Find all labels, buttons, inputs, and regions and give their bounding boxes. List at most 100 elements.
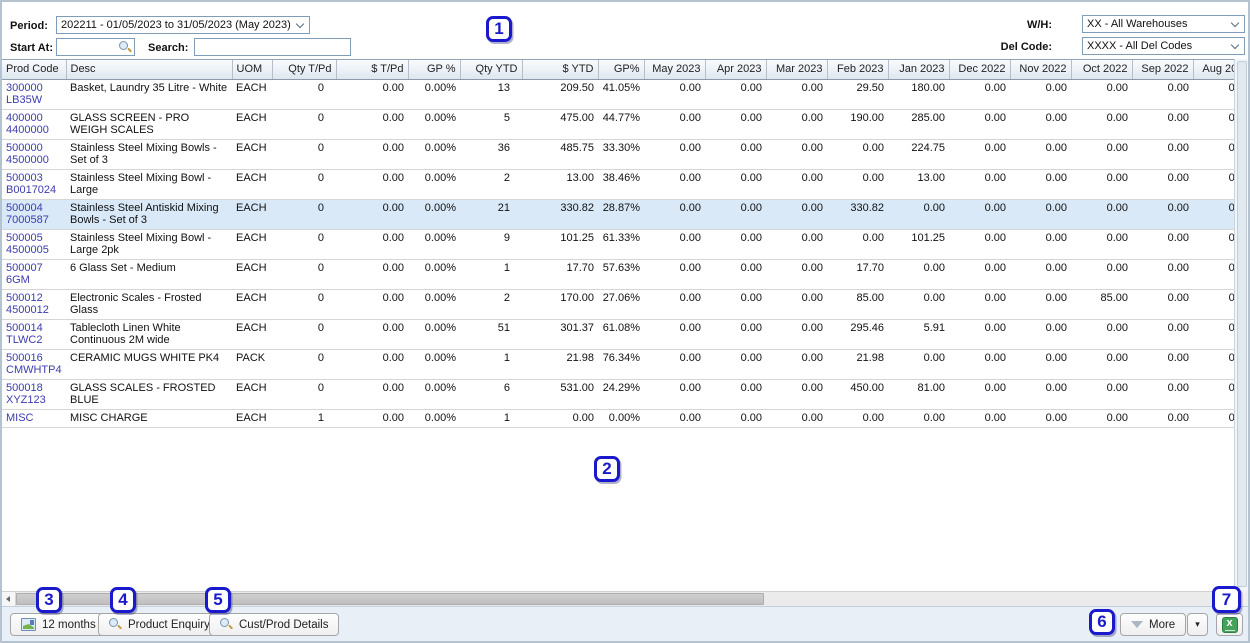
table-row[interactable]: 5000004500000Stainless Steel Mixing Bowl… bbox=[2, 139, 1234, 169]
column-header-feb-2023[interactable]: Feb 2023 bbox=[827, 60, 888, 79]
period-label: Period: bbox=[10, 20, 48, 32]
column-header-nov-2022[interactable]: Nov 2022 bbox=[1010, 60, 1071, 79]
excel-export-button[interactable] bbox=[1216, 613, 1243, 636]
cust-prod-details-button[interactable]: Cust/Prod Details bbox=[209, 613, 339, 636]
column-header-desc[interactable]: Desc bbox=[66, 60, 232, 79]
prod-code-link[interactable]: TLWC2 bbox=[6, 334, 62, 346]
prod-code-link[interactable]: 500014 bbox=[6, 322, 62, 334]
scroll-left-arrow-icon[interactable] bbox=[2, 592, 16, 606]
qty-ytd-cell: 1 bbox=[460, 259, 522, 289]
column-header-qty-t-pd[interactable]: Qty T/Pd bbox=[272, 60, 336, 79]
uom-cell: EACH bbox=[232, 259, 272, 289]
warehouse-select[interactable]: XX - All Warehouses bbox=[1082, 15, 1245, 33]
desc-cell: Electronic Scales - Frosted Glass bbox=[66, 289, 232, 319]
prod-code-link[interactable]: 400000 bbox=[6, 112, 62, 124]
column-header-jan-2023[interactable]: Jan 2023 bbox=[888, 60, 949, 79]
prod-code-link[interactable]: 300000 bbox=[6, 82, 62, 94]
prod-code-link[interactable]: LB35W bbox=[6, 94, 62, 106]
prod-code-link[interactable]: 500003 bbox=[6, 172, 62, 184]
uom-cell: EACH bbox=[232, 409, 272, 427]
table-row[interactable]: 5000124500012 Electronic Scales - Frosted… bbox=[2, 289, 1234, 319]
column-header-aug-2022[interactable]: Aug 2022 bbox=[1193, 60, 1234, 79]
start-at-input[interactable] bbox=[56, 38, 135, 56]
table-row[interactable]: 5000047000587Stainless Steel Antiskid Mi… bbox=[2, 199, 1234, 229]
prod-code-link[interactable]: 4500000 bbox=[6, 154, 62, 166]
prod-code-link[interactable]: 500018 bbox=[6, 382, 62, 394]
search-input[interactable] bbox=[194, 38, 351, 56]
month-value-cell: 0.00 bbox=[766, 79, 827, 109]
month-value-cell: 0.00 bbox=[1132, 289, 1193, 319]
month-value-cell: 0.00 bbox=[705, 229, 766, 259]
prod-code-link[interactable]: 500000 bbox=[6, 142, 62, 154]
prod-code-link[interactable]: 6GM bbox=[6, 274, 62, 286]
column-header-oct-2022[interactable]: Oct 2022 bbox=[1071, 60, 1132, 79]
vertical-scrollbar-thumb[interactable] bbox=[1237, 61, 1247, 587]
table-row[interactable]: 5000076GM6 Glass Set - MediumEACH00.000.… bbox=[2, 259, 1234, 289]
uom-cell: EACH bbox=[232, 139, 272, 169]
table-row[interactable]: 4000004400000GLASS SCREEN - PRO WEIGH SC… bbox=[2, 109, 1234, 139]
more-button[interactable]: More bbox=[1120, 613, 1186, 636]
search-icon[interactable] bbox=[119, 41, 132, 54]
month-value-cell: 0.00 bbox=[705, 349, 766, 379]
month-value-cell: 0.00 bbox=[888, 199, 949, 229]
prod-code-link[interactable]: 500016 bbox=[6, 352, 62, 364]
table-row[interactable]: MISCMISC CHARGEEACH10.000.00%10.000.00%0… bbox=[2, 409, 1234, 427]
month-value-cell: 0.00 bbox=[1071, 349, 1132, 379]
column-header-prod-code[interactable]: Prod Code bbox=[2, 60, 66, 79]
column-header-gp-[interactable]: GP% bbox=[598, 60, 644, 79]
month-value-cell: 0.00 bbox=[766, 349, 827, 379]
amt-ytd-cell: 301.37 bbox=[522, 319, 598, 349]
prod-code-link[interactable]: 500004 bbox=[6, 202, 62, 214]
column-header-qty-ytd[interactable]: Qty YTD bbox=[460, 60, 522, 79]
column-header-uom[interactable]: UOM bbox=[232, 60, 272, 79]
period-value: 202211 - 01/05/2023 to 31/05/2023 (May 2… bbox=[61, 19, 291, 31]
prod-code-link[interactable]: 4500005 bbox=[6, 244, 62, 256]
table-row[interactable]: 500003B0017024Stainless Steel Mixing Bow… bbox=[2, 169, 1234, 199]
column-header-gp-[interactable]: GP % bbox=[408, 60, 460, 79]
cust-prod-details-label: Cust/Prod Details bbox=[239, 619, 328, 631]
prod-code-cell: 5000054500005 bbox=[2, 229, 66, 259]
prod-code-link[interactable]: MISC bbox=[6, 412, 62, 424]
del-code-select[interactable]: XXXX - All Del Codes bbox=[1082, 37, 1245, 55]
column-header-may-2023[interactable]: May 2023 bbox=[644, 60, 705, 79]
prod-code-cell: 500018XYZ123 bbox=[2, 379, 66, 409]
column-header--t-pd[interactable]: $ T/Pd bbox=[336, 60, 408, 79]
prod-code-link[interactable]: B0017024 bbox=[6, 184, 62, 196]
prod-code-link[interactable]: 500012 bbox=[6, 292, 62, 304]
period-select[interactable]: 202211 - 01/05/2023 to 31/05/2023 (May 2… bbox=[56, 16, 310, 34]
table-row[interactable]: 500016CMWHTP4CERAMIC MUGS WHITE PK4PACK0… bbox=[2, 349, 1234, 379]
month-value-cell: 0.00 bbox=[949, 259, 1010, 289]
desc-cell: Tablecloth Linen White Continuous 2M wid… bbox=[66, 319, 232, 349]
gp-ytd-cell: 57.63% bbox=[598, 259, 644, 289]
qty-ytd-cell: 6 bbox=[460, 379, 522, 409]
product-enquiry-button[interactable]: Product Enquiry bbox=[98, 613, 221, 636]
prod-code-link[interactable]: 7000587 bbox=[6, 214, 62, 226]
month-value-cell: 0.00 bbox=[1010, 289, 1071, 319]
column-header-dec-2022[interactable]: Dec 2022 bbox=[949, 60, 1010, 79]
prod-code-link[interactable]: XYZ123 bbox=[6, 394, 62, 406]
month-value-cell: 0.00 bbox=[1010, 409, 1071, 427]
prod-code-link[interactable]: CMWHTP4 bbox=[6, 364, 62, 376]
table-row[interactable]: 500014TLWC2 Tablecloth Linen White Contin… bbox=[2, 319, 1234, 349]
prod-code-link[interactable]: 4500012 bbox=[6, 304, 62, 316]
vertical-scrollbar[interactable] bbox=[1234, 59, 1248, 591]
prod-code-link[interactable]: 4400000 bbox=[6, 124, 62, 136]
amt-tpd-cell: 0.00 bbox=[336, 79, 408, 109]
horizontal-scrollbar[interactable] bbox=[2, 591, 1234, 606]
column-header-mar-2023[interactable]: Mar 2023 bbox=[766, 60, 827, 79]
prod-code-link[interactable]: 500005 bbox=[6, 232, 62, 244]
column-header--ytd[interactable]: $ YTD bbox=[522, 60, 598, 79]
prod-code-link[interactable]: 500007 bbox=[6, 262, 62, 274]
twelve-months-button[interactable]: 12 months bbox=[10, 613, 107, 636]
table-row[interactable]: 5000054500005Stainless Steel Mixing Bowl… bbox=[2, 229, 1234, 259]
more-dropdown-arrow-button[interactable]: ▾ bbox=[1187, 613, 1208, 636]
column-header-sep-2022[interactable]: Sep 2022 bbox=[1132, 60, 1193, 79]
month-value-cell: 0.00 bbox=[1193, 229, 1234, 259]
month-value-cell: 0.00 bbox=[1193, 199, 1234, 229]
table-row[interactable]: 300000LB35WBasket, Laundry 35 Litre - Wh… bbox=[2, 79, 1234, 109]
gp-ytd-cell: 61.08% bbox=[598, 319, 644, 349]
table-row[interactable]: 500018XYZ123GLASS SCALES - FROSTED BLUEE… bbox=[2, 379, 1234, 409]
column-header-apr-2023[interactable]: Apr 2023 bbox=[705, 60, 766, 79]
month-value-cell: 0.00 bbox=[1132, 259, 1193, 289]
amt-ytd-cell: 0.00 bbox=[522, 409, 598, 427]
